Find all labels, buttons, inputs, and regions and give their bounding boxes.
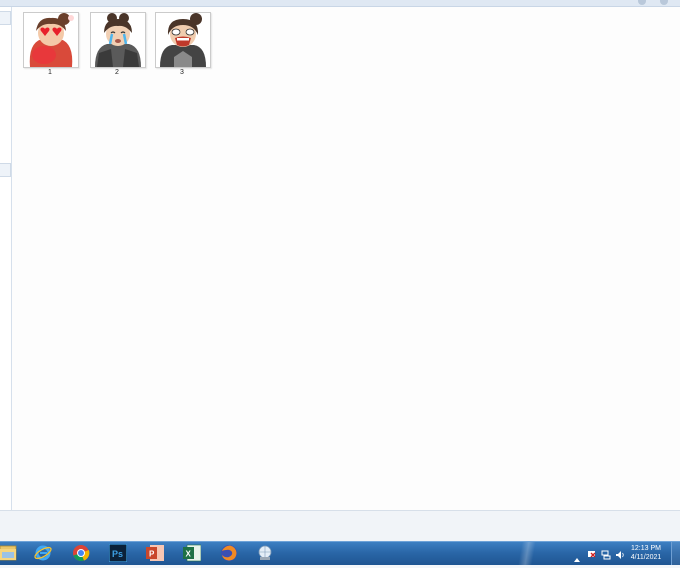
powerpoint-icon[interactable]: P — [146, 544, 164, 562]
file-name-label[interactable]: 2 — [90, 69, 144, 76]
file-name-label[interactable]: 3 — [155, 69, 209, 76]
volume-icon[interactable] — [615, 547, 625, 559]
photoshop-icon[interactable]: Ps — [109, 544, 127, 562]
firefox-icon[interactable] — [220, 544, 238, 562]
folder-icon[interactable] — [0, 544, 18, 562]
emoji-crying-thumbnail[interactable] — [90, 12, 146, 68]
file-list-area[interactable]: 1 2 3 — [12, 7, 680, 510]
clock-date: 4/11/2021 — [630, 554, 662, 561]
taskbar-glare — [512, 542, 542, 565]
network-icon[interactable] — [601, 547, 611, 560]
powerpoint-label: P — [149, 550, 155, 559]
navigation-pane[interactable] — [0, 7, 12, 510]
window-top-strip — [0, 0, 680, 7]
excel-label: X — [186, 550, 192, 559]
taskbar-clock[interactable]: 12:13 PM 4/11/2021 — [626, 544, 666, 562]
show-desktop-button[interactable] — [671, 542, 680, 565]
emoji-hearts-thumbnail[interactable] — [23, 12, 79, 68]
action-center-flag-icon[interactable] — [587, 547, 597, 558]
taskbar: Ps P X 12:13 PM 4/11/2021 — [0, 541, 680, 565]
emoji-shouting-thumbnail[interactable] — [155, 12, 211, 68]
clock-time: 12:13 PM — [631, 545, 661, 552]
globe-app-icon[interactable] — [256, 544, 274, 562]
photoshop-label: Ps — [112, 549, 123, 559]
view-options-button[interactable] — [660, 0, 668, 5]
ie-icon[interactable] — [34, 544, 52, 562]
nav-pane-tab[interactable] — [0, 11, 11, 25]
help-button[interactable] — [638, 0, 646, 5]
excel-icon[interactable]: X — [183, 544, 201, 562]
chrome-icon[interactable] — [72, 544, 90, 562]
status-bar — [0, 510, 680, 542]
show-hidden-icons-icon[interactable] — [574, 550, 580, 562]
file-name-label[interactable]: 1 — [23, 69, 77, 76]
nav-pane-tab[interactable] — [0, 163, 11, 177]
